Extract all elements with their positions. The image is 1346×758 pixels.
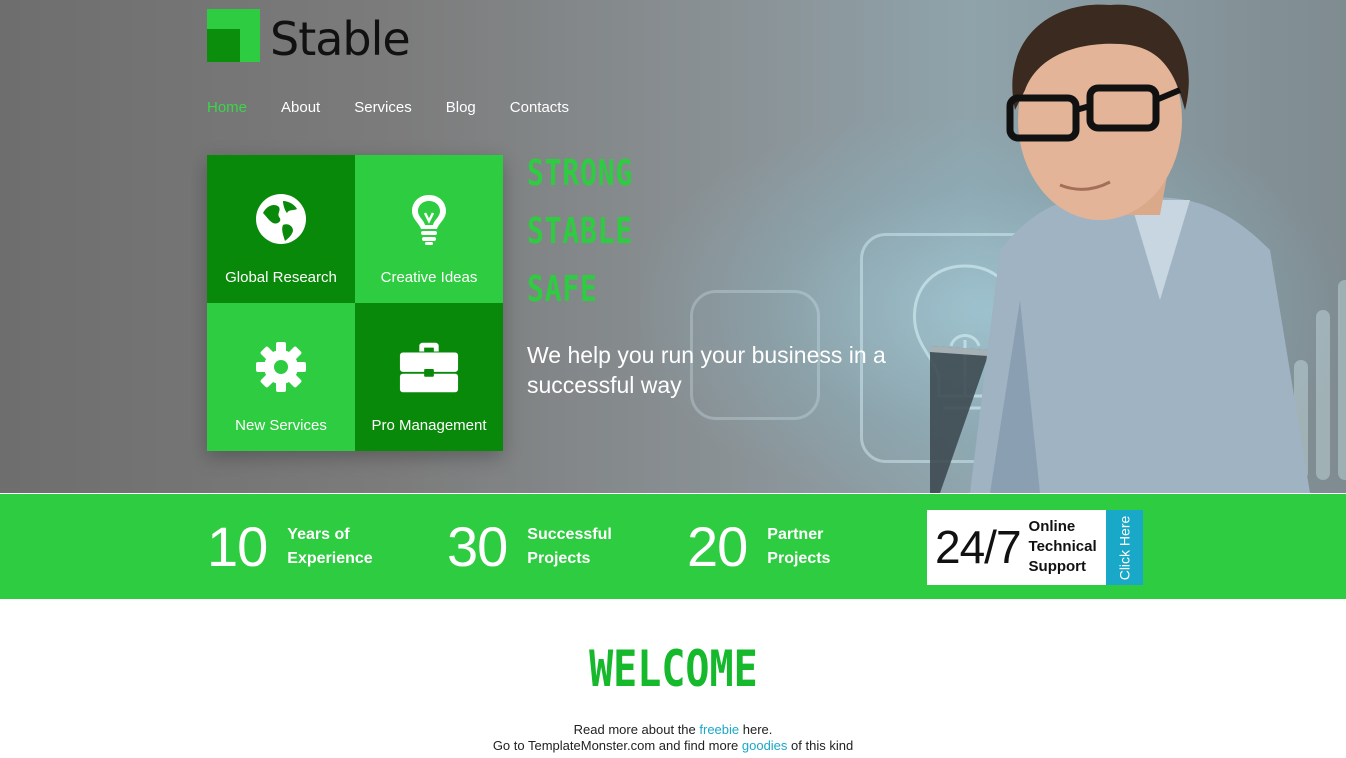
brand-name: Stable [270,11,411,66]
logo-mark-icon [207,9,260,62]
welcome-text: Read more about the freebie here. Go to … [492,722,854,753]
goodies-link[interactable]: goodies [742,738,788,753]
freebie-link[interactable]: freebie [699,722,739,737]
hero-person-image [930,4,1310,493]
support-label: Online Technical Support [1028,518,1097,575]
hero-section: Stable Home About Services Blog Contacts… [0,0,1346,493]
stats-band: 10 Years of Experience 30 Successful Pro… [0,494,1346,599]
stat-years: 10 Years of Experience [207,494,373,599]
nav-item-services[interactable]: Services [354,99,412,116]
tile-new-services[interactable]: New Services [207,303,355,451]
briefcase-icon [399,342,459,393]
tile-label: New Services [235,417,327,434]
tile-global-research[interactable]: Global Research [207,155,355,303]
stat-label: Successful Projects [527,525,612,567]
lightbulb-icon [412,195,446,245]
stat-label: Partner Projects [767,525,831,567]
nav-item-blog[interactable]: Blog [446,99,476,116]
welcome-title: WELCOME [588,640,758,698]
tile-label: Global Research [225,269,337,286]
nav-item-contacts[interactable]: Contacts [510,99,569,116]
feature-tiles: Global Research Creative Ideas New Servi… [207,155,503,451]
stat-number: 20 [687,515,748,578]
tile-creative-ideas[interactable]: Creative Ideas [355,155,503,303]
headline-line: STABLE [527,211,634,252]
tile-pro-management[interactable]: Pro Management [355,303,503,451]
globe-icon [256,194,306,244]
stat-number: 10 [207,515,268,578]
support-box: 24/7 Online Technical Support Click Here [927,510,1143,585]
tile-label: Creative Ideas [380,269,478,286]
nav-item-home[interactable]: Home [207,99,247,116]
main-nav: Home About Services Blog Contacts [207,99,603,116]
stat-label: Years of Experience [287,525,373,567]
tile-label: Pro Management [371,417,487,434]
click-here-button[interactable]: Click Here [1106,510,1143,585]
gear-icon [256,342,306,392]
brand-logo[interactable]: Stable [207,9,411,66]
stat-partner-projects: 20 Partner Projects [687,494,830,599]
stat-successful-projects: 30 Successful Projects [447,494,612,599]
hero-headline: STRONG STABLE SAFE [527,145,663,319]
nav-item-about[interactable]: About [281,99,320,116]
headline-line: STRONG [527,153,634,194]
hero-tagline: We help you run your business in a succe… [527,342,886,398]
stat-number: 30 [447,515,508,578]
headline-line: SAFE [527,269,598,310]
support-number: 24/7 [935,521,1022,573]
